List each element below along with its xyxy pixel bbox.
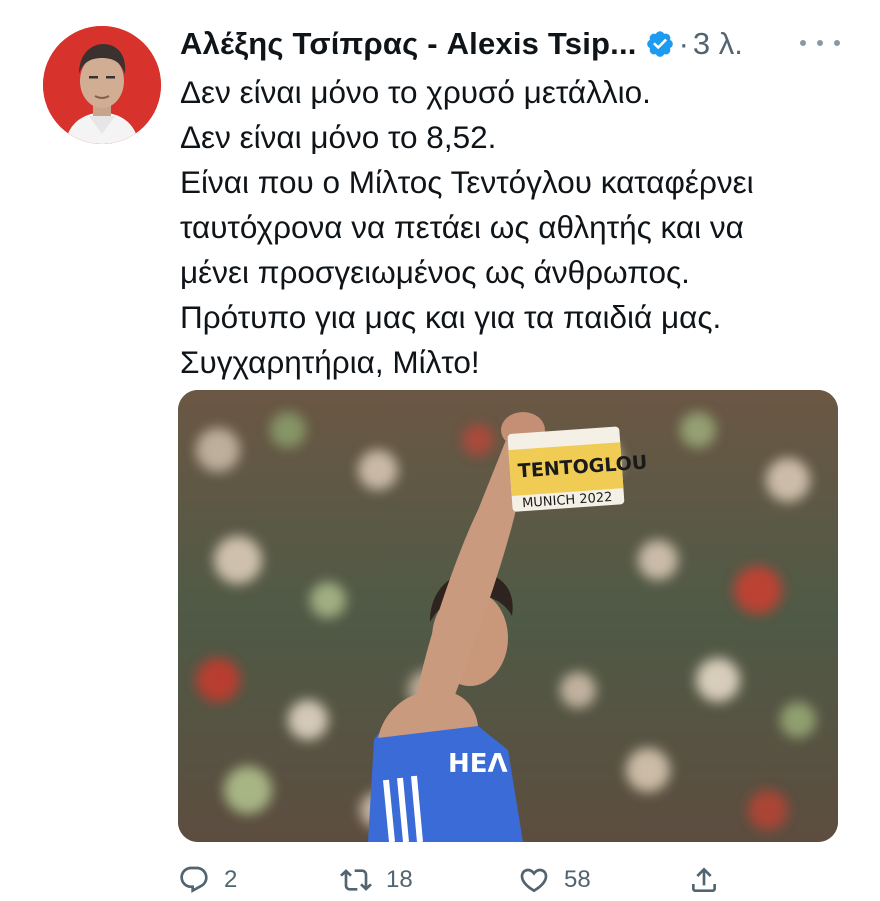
- tweet-line: Πρότυπο για μας και για τα παιδιά μας.: [180, 299, 722, 335]
- tweet-line: Δεν είναι μόνο το χρυσό μετάλλιο.: [180, 74, 651, 110]
- retweet-count: 18: [386, 866, 413, 893]
- reply-button[interactable]: 2: [178, 860, 237, 900]
- separator: ·: [678, 26, 689, 61]
- retweet-icon: [340, 869, 372, 891]
- more-icon[interactable]: [800, 28, 840, 58]
- tweet-line: μένει προσγειωμένος ως άνθρωπος.: [180, 254, 690, 290]
- tweet-photo[interactable]: ΗΕΛ TENTOGLOU MUNICH 2022: [178, 390, 838, 842]
- athlete-photo: ΗΕΛ TENTOGLOU MUNICH 2022: [178, 390, 838, 842]
- author-name[interactable]: Αλέξης Τσίπρας - Alexis Tsip...: [180, 26, 637, 62]
- tweet-line: Είναι που ο Μίλτος Τεντόγλου καταφέρνει: [180, 164, 754, 200]
- share-icon: [692, 867, 716, 892]
- like-icon: [520, 868, 548, 893]
- like-button[interactable]: 58: [518, 860, 591, 900]
- share-button[interactable]: [688, 860, 720, 900]
- avatar[interactable]: [43, 26, 161, 144]
- reply-icon: [180, 866, 208, 893]
- verified-badge-icon: [645, 29, 675, 59]
- reply-count: 2: [224, 866, 238, 893]
- tweet-header: Αλέξης Τσίπρας - Alexis Tsip... · 3 λ.: [180, 22, 743, 66]
- timestamp[interactable]: 3 λ.: [693, 26, 743, 62]
- vest-text: ΗΕΛ: [448, 749, 508, 779]
- tweet-line: Δεν είναι μόνο το 8,52.: [180, 119, 497, 155]
- tweet-actions: 2 18 58: [178, 860, 738, 900]
- retweet-button[interactable]: 18: [340, 860, 413, 900]
- like-count: 58: [564, 866, 591, 893]
- tweet-line: Συγχαρητήρια, Μίλτο!: [180, 344, 480, 380]
- tweet-line: ταυτόχρονα να πετάει ως αθλητής και να: [180, 209, 744, 245]
- avatar-image: [43, 26, 161, 144]
- tweet-text: Δεν είναι μόνο το χρυσό μετάλλιο. Δεν εί…: [180, 70, 860, 385]
